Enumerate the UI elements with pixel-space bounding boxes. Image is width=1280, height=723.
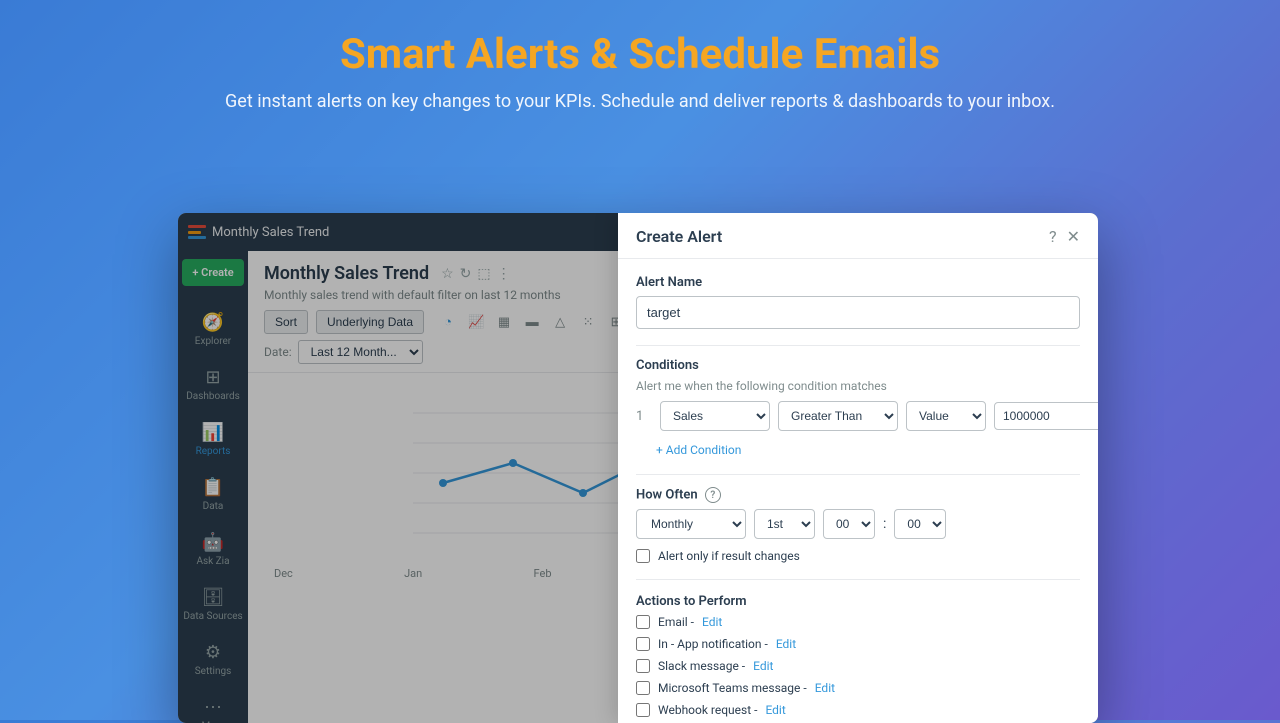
condition-operator-select[interactable]: Greater Than Less Than Equal To	[778, 401, 898, 431]
dialog-header: Create Alert ? ✕	[618, 251, 1098, 259]
slack-edit-link[interactable]: Edit	[753, 659, 773, 673]
webhook-label: Webhook request -	[658, 703, 757, 717]
dialog-body: Alert Name Conditions Alert me when the …	[618, 259, 1098, 723]
conditions-label: Conditions	[636, 358, 1080, 373]
dialog-overlay: Create Alert ? ✕ Alert Name	[178, 251, 1098, 723]
alert-name-input[interactable]	[636, 296, 1080, 329]
how-often-day-select[interactable]: 1st 2nd 3rd Last	[754, 509, 815, 539]
action-row-webhook: Webhook request - Edit	[636, 703, 1080, 717]
actions-group: Actions to Perform Email - Edit In - App…	[636, 594, 1080, 717]
create-alert-dialog: Create Alert ? ✕ Alert Name	[618, 251, 1098, 723]
condition-number: 1	[636, 409, 652, 424]
action-row-in-app: In - App notification - Edit	[636, 637, 1080, 651]
email-checkbox[interactable]	[636, 615, 650, 629]
time-colon: :	[883, 516, 886, 532]
condition-type-select[interactable]: Value Percent	[906, 401, 986, 431]
how-often-hour-select[interactable]: 00 01 06 12 18	[823, 509, 875, 539]
action-row-slack: Slack message - Edit	[636, 659, 1080, 673]
condition-row-1: 1 Sales Revenue Profit Greater Than Less…	[636, 401, 1080, 431]
webhook-checkbox[interactable]	[636, 703, 650, 717]
webhook-edit-link[interactable]: Edit	[765, 703, 785, 717]
slack-label: Slack message -	[658, 659, 745, 673]
actions-label: Actions to Perform	[636, 594, 1080, 609]
hero-section: Smart Alerts & Schedule Emails Get insta…	[0, 0, 1280, 132]
app-window: Monthly Sales Trend 🔍 📅 💬 ❓ × + Create 🧭…	[178, 213, 1098, 723]
alert-only-row: Alert only if result changes	[636, 549, 1080, 563]
teams-label: Microsoft Teams message -	[658, 681, 807, 695]
how-often-group: How Often ? Monthly Daily Weekly Hourly	[636, 487, 1080, 563]
alert-name-label: Alert Name	[636, 275, 1080, 290]
condition-value-input[interactable]	[994, 402, 1098, 430]
divider-1	[636, 345, 1080, 346]
hero-subtitle: Get instant alerts on key changes to you…	[20, 91, 1260, 112]
how-often-help-icon[interactable]: ?	[705, 487, 721, 503]
alert-name-group: Alert Name	[636, 275, 1080, 329]
hero-title: Smart Alerts & Schedule Emails	[20, 30, 1260, 79]
in-app-checkbox[interactable]	[636, 637, 650, 651]
email-label: Email -	[658, 615, 694, 629]
how-often-minute-select[interactable]: 00 15 30 45	[894, 509, 946, 539]
alert-only-checkbox[interactable]	[636, 549, 650, 563]
divider-3	[636, 579, 1080, 580]
how-often-label: How Often ?	[636, 487, 1080, 503]
condition-metric-select[interactable]: Sales Revenue Profit	[660, 401, 770, 431]
in-app-edit-link[interactable]: Edit	[776, 637, 796, 651]
conditions-group: Conditions Alert me when the following c…	[636, 358, 1080, 458]
teams-edit-link[interactable]: Edit	[815, 681, 835, 695]
how-often-row: Monthly Daily Weekly Hourly 1st 2nd 3rd …	[636, 509, 1080, 539]
in-app-label: In - App notification -	[658, 637, 768, 651]
how-often-frequency-select[interactable]: Monthly Daily Weekly Hourly	[636, 509, 746, 539]
slack-checkbox[interactable]	[636, 659, 650, 673]
action-row-email: Email - Edit	[636, 615, 1080, 629]
action-row-teams: Microsoft Teams message - Edit	[636, 681, 1080, 695]
conditions-sublabel: Alert me when the following condition ma…	[636, 379, 1080, 393]
teams-checkbox[interactable]	[636, 681, 650, 695]
alert-only-label: Alert only if result changes	[658, 549, 800, 563]
app-body: + Create 🧭 Explorer ⊞ Dashboards 📊 Repor…	[178, 251, 1098, 723]
add-condition-link[interactable]: + Add Condition	[656, 443, 741, 457]
divider-2	[636, 474, 1080, 475]
email-edit-link[interactable]: Edit	[702, 615, 722, 629]
